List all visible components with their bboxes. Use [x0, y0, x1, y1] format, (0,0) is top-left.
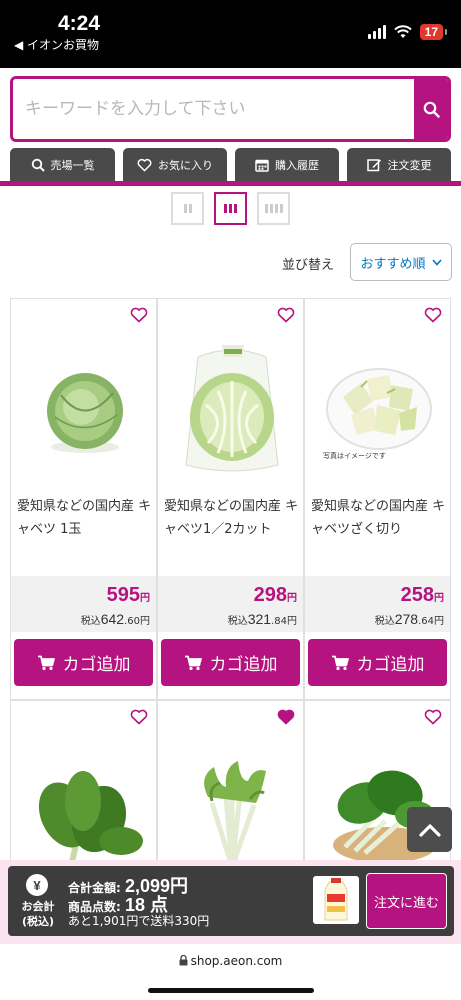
product-price: 595円	[106, 584, 150, 606]
tab-purchase-history[interactable]: 購入履歴	[235, 148, 339, 181]
view-3-columns-button[interactable]	[214, 192, 247, 225]
add-to-cart-button[interactable]: カゴ追加	[161, 639, 300, 686]
favorite-heart-icon[interactable]	[130, 307, 148, 323]
favorite-heart-icon[interactable]	[424, 307, 442, 323]
back-to-app-link[interactable]: ◀ イオンお買物	[14, 36, 99, 53]
battery-icon: 17	[419, 24, 448, 40]
status-time: 4:24	[58, 12, 101, 35]
add-to-cart-label: カゴ追加	[356, 655, 425, 675]
tab-label: お気に入り	[158, 158, 213, 172]
tab-store-list[interactable]: 売場一覧	[10, 148, 115, 181]
favorite-heart-icon[interactable]	[277, 307, 295, 323]
search-icon	[31, 158, 45, 172]
chevron-up-icon	[418, 823, 441, 837]
scroll-to-top-button[interactable]	[407, 807, 452, 852]
status-icons: 17	[367, 24, 448, 40]
sort-label: 並び替え	[282, 258, 335, 273]
tab-favorites[interactable]: お気に入り	[123, 148, 227, 181]
heart-icon	[137, 158, 152, 171]
product-card[interactable]: 写真はイメージです 愛知県などの国内産 キャベツざく切り 258円 税込278.…	[304, 298, 451, 700]
product-image-mizuna[interactable]	[168, 737, 295, 867]
cart-icon	[331, 655, 349, 670]
sort-select[interactable]: おすすめ順	[350, 243, 452, 281]
wifi-icon	[393, 25, 412, 38]
cart-icon	[184, 655, 202, 670]
tab-label: 注文変更	[387, 158, 432, 172]
calendar-icon	[255, 159, 269, 172]
browser-url-bar: shop.aeon.com	[0, 944, 461, 1000]
search-icon	[423, 101, 440, 118]
favorite-heart-icon[interactable]	[130, 709, 148, 725]
price-box: 298円 税込321.84円	[158, 576, 303, 632]
product-image-chopped-cabbage[interactable]	[315, 335, 442, 485]
add-to-cart-button[interactable]: カゴ追加	[14, 639, 153, 686]
lock-icon	[179, 954, 188, 966]
favorite-heart-icon[interactable]	[277, 709, 295, 725]
image-caption: 写真はイメージです	[323, 452, 386, 460]
view-2-columns-button[interactable]	[171, 192, 204, 225]
product-thumbnail-image	[324, 878, 348, 921]
yen-icon: ¥	[26, 874, 48, 896]
edit-icon	[366, 159, 381, 172]
nav-tabs: 売場一覧 お気に入り 購入履歴 注文変更	[0, 148, 461, 186]
product-image-half-cabbage[interactable]	[168, 335, 295, 485]
product-price: 298円	[253, 584, 297, 606]
price-box: 595円 税込642.60円	[11, 576, 156, 632]
shipping-note: あと1,901円で送料330円	[68, 914, 210, 928]
sort-selected-value: おすすめ順	[360, 256, 426, 272]
tab-label: 売場一覧	[50, 158, 95, 172]
checkout-bar: ¥ お会計 (税込) 合計金額: 2,099円 商品点数: 18 点 あと1,9…	[8, 866, 454, 936]
product-image-spinach[interactable]	[21, 737, 148, 867]
checkout-label: お会計 (税込)	[21, 900, 55, 928]
add-to-cart-button[interactable]: カゴ追加	[308, 639, 447, 686]
favorite-heart-icon[interactable]	[424, 709, 442, 725]
product-tax-price: 税込278.64円	[374, 611, 444, 627]
view-4-columns-button[interactable]	[257, 192, 290, 225]
tab-label: 購入履歴	[275, 158, 319, 172]
app-root: 4:24 ◀ イオンお買物 17 売場一覧 お気に入り 購入履歴 注文変更	[0, 0, 461, 1000]
cart-icon	[37, 655, 55, 670]
product-name[interactable]: 愛知県などの国内産 キャベツ 1玉	[17, 495, 153, 541]
tab-order-change[interactable]: 注文変更	[347, 148, 451, 181]
product-name[interactable]: 愛知県などの国内産 キャベツ1／2カット	[164, 495, 300, 541]
product-card[interactable]: 愛知県などの国内産 キャベツ 1玉 595円 税込642.60円 カゴ追加	[10, 298, 157, 700]
search-input[interactable]	[13, 79, 414, 139]
product-card[interactable]: 愛知県などの国内産 キャベツ1／2カット 298円 税込321.84円 カゴ追加	[157, 298, 304, 700]
url-display[interactable]: shop.aeon.com	[0, 954, 461, 968]
product-price: 258円	[400, 584, 444, 606]
search-button[interactable]	[414, 79, 448, 139]
add-to-cart-label: カゴ追加	[62, 655, 131, 675]
price-box: 258円 税込278.64円	[305, 576, 450, 632]
cart-thumbnail[interactable]	[313, 876, 359, 924]
home-indicator[interactable]	[148, 988, 314, 993]
chevron-down-icon	[431, 258, 442, 266]
product-card[interactable]	[157, 700, 304, 870]
signal-icon	[367, 25, 386, 39]
product-tax-price: 税込321.84円	[227, 611, 297, 627]
status-bar: 4:24 ◀ イオンお買物 17	[0, 0, 461, 68]
add-to-cart-label: カゴ追加	[209, 655, 278, 675]
search-bar	[10, 76, 451, 142]
product-card[interactable]	[10, 700, 157, 870]
proceed-to-order-button[interactable]: 注文に進む	[366, 873, 447, 929]
product-name[interactable]: 愛知県などの国内産 キャベツざく切り	[311, 495, 447, 541]
product-tax-price: 税込642.60円	[80, 611, 150, 627]
product-image-cabbage[interactable]	[21, 335, 148, 485]
